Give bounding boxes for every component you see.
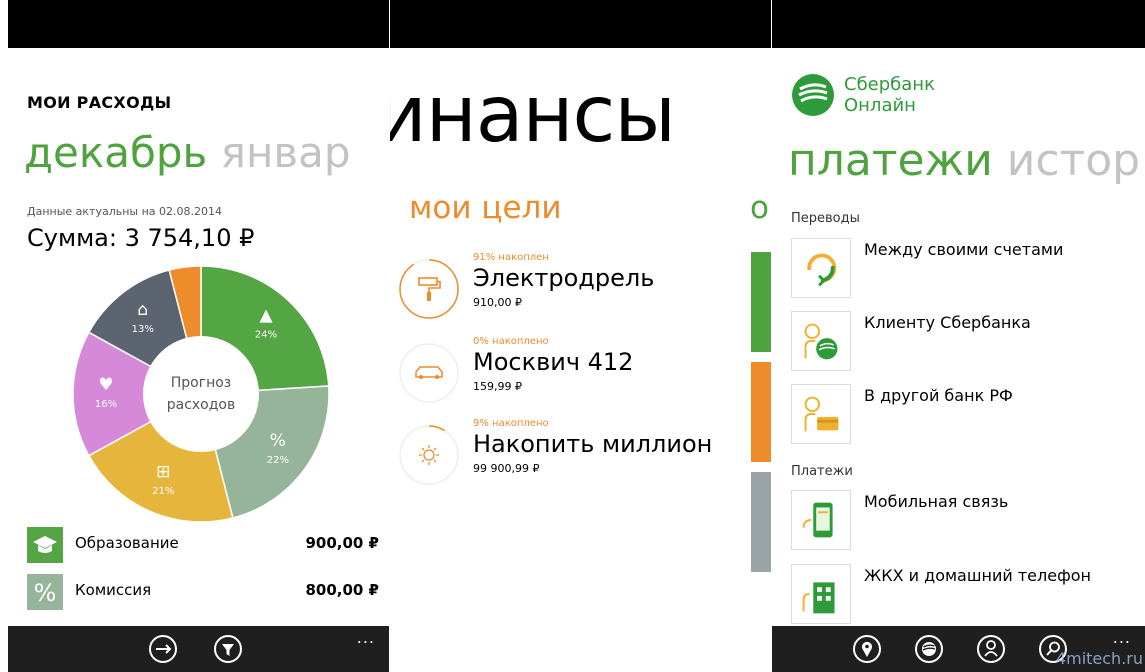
data-date-note: Данные актуальны на 02.08.2014 [27,205,223,218]
goal-name: Москвич 412 [473,348,634,376]
graduation-cap-icon: ▲ [259,306,273,326]
goal-percent: 91% накоплен [473,252,549,263]
sun-icon [419,445,439,465]
pie-slice-label: 13% [132,324,154,335]
donut-hole [143,336,259,452]
watermark: 4mitech.ru [1055,649,1143,668]
payments-section-label: Платежи [791,464,853,479]
status-bar [390,0,771,48]
chart-center-line1: Прогноз [171,375,232,391]
percent-icon: % [27,574,63,610]
goal-name: Электродрель [473,264,655,292]
mobile-icon [791,490,851,550]
goal-amount: 99 900,99 ₽ [473,462,540,475]
sberbank-pivot: платежи истор [788,135,1140,186]
category-label: Образование [75,534,179,552]
hanger-icon: ⌂ [137,300,148,320]
filter-icon[interactable] [213,634,243,664]
goal-percent: 9% накоплено [473,418,549,429]
cart-icon: ⊞ [156,462,170,482]
goal-item-car[interactable]: 0% накоплено Москвич 412 159,99 ₽ [398,336,758,406]
next-section-tile-green[interactable] [751,252,771,352]
pie-slice-label: 21% [152,486,174,497]
transfer-other-bank[interactable]: В другой банк РФ [791,384,1143,448]
finance-screen: инансы мои цели о 91% накоплен Электродр… [390,0,771,672]
category-label: Комиссия [75,581,152,599]
car-icon [415,366,443,379]
transfer-sberbank-client[interactable]: Клиенту Сбербанка [791,311,1143,375]
transfer-own-accounts[interactable]: Между своими счетами [791,238,1143,302]
payment-label: ЖКХ и домашний телефон [864,566,1091,585]
location-pin-icon[interactable] [852,634,882,664]
heart-icon: ♥ [98,375,113,395]
page-title: МОИ РАСХОДЫ [27,93,172,112]
goal-name: Накопить миллион [473,430,713,458]
person-icon[interactable] [976,634,1006,664]
pie-slice-label: 16% [95,399,117,410]
pivot-item-december[interactable]: декабрь [24,128,207,177]
expenses-donut-chart[interactable]: Прогноз расходов ▲ 24%% 22% ⊞ 21% ♥ 16% ⌂ 13% [70,263,332,525]
goal-amount: 159,99 ₽ [473,380,522,393]
transfer-arrow-icon[interactable] [148,634,178,664]
more-button[interactable]: ... [1113,628,1131,647]
month-pivot: декабрь январ [24,128,351,177]
next-section-tile-grey[interactable] [751,472,771,572]
sberbank-logo-icon [792,74,834,116]
sberbank-payments-screen: Сбербанк Онлайн платежи истор Переводы М… [772,0,1145,672]
svg-text:%: % [34,579,57,607]
goal-item-drill[interactable]: 91% накоплен Электродрель 910,00 ₽ [398,252,758,322]
next-section-title[interactable]: о [750,190,769,226]
goal-item-million[interactable]: 9% накоплено Накопить миллион 99 900,99 … [398,418,758,488]
status-bar [772,0,1145,48]
graduation-cap-icon [27,527,63,563]
status-bar [8,0,389,48]
category-amount: 900,00 ₽ [305,534,379,552]
more-button[interactable]: ... [357,628,375,647]
payment-housing[interactable]: ЖКХ и домашний телефон [791,564,1143,628]
expenses-screen: МОИ РАСХОДЫ декабрь январ Данные актуаль… [8,0,389,672]
category-amount: 800,00 ₽ [305,581,379,599]
total-sum: Сумма: 3 754,10 ₽ [27,224,255,252]
goal-amount: 910,00 ₽ [473,296,522,309]
transfers-section-label: Переводы [791,211,860,226]
category-row-commission[interactable]: % Комиссия 800,00 ₽ [27,571,383,613]
logo-text-line2: Онлайн [844,95,916,116]
pivot-item-history[interactable]: истор [1007,135,1140,186]
paint-roller-icon [418,277,441,301]
next-section-tile-orange[interactable] [751,362,771,462]
pie-slice-label: 22% [267,455,289,466]
goal-progress-ring [399,343,459,403]
logo-text-line1: Сбербанк [844,74,935,95]
goals-section-title[interactable]: мои цели [409,190,562,226]
payment-label: Клиенту Сбербанка [864,313,1031,332]
payment-label: Между своими счетами [864,240,1064,259]
chart-center-line2: расходов [167,397,236,413]
app-bar: ... [8,626,389,672]
pie-slice-label: 24% [255,330,277,341]
category-row-education[interactable]: Образование 900,00 ₽ [27,524,383,566]
payment-label: В другой банк РФ [864,386,1013,405]
panel-divider [389,0,390,672]
hub-title: инансы [390,70,676,160]
goal-progress-ring [399,259,459,319]
panel-divider [771,0,772,672]
goal-progress-ring [399,425,459,485]
sberbank-emblem-icon[interactable] [914,634,944,664]
housing-icon [791,564,851,624]
payment-label: Мобильная связь [864,492,1009,511]
own-accounts-icon [791,238,851,298]
percent-icon: % [270,431,286,451]
payment-mobile[interactable]: Мобильная связь [791,490,1143,554]
sberbank-client-icon [791,311,851,371]
goal-percent: 0% накоплено [473,336,549,347]
pivot-item-payments[interactable]: платежи [788,135,993,186]
other-bank-icon [791,384,851,444]
pivot-item-january[interactable]: январ [221,128,351,177]
